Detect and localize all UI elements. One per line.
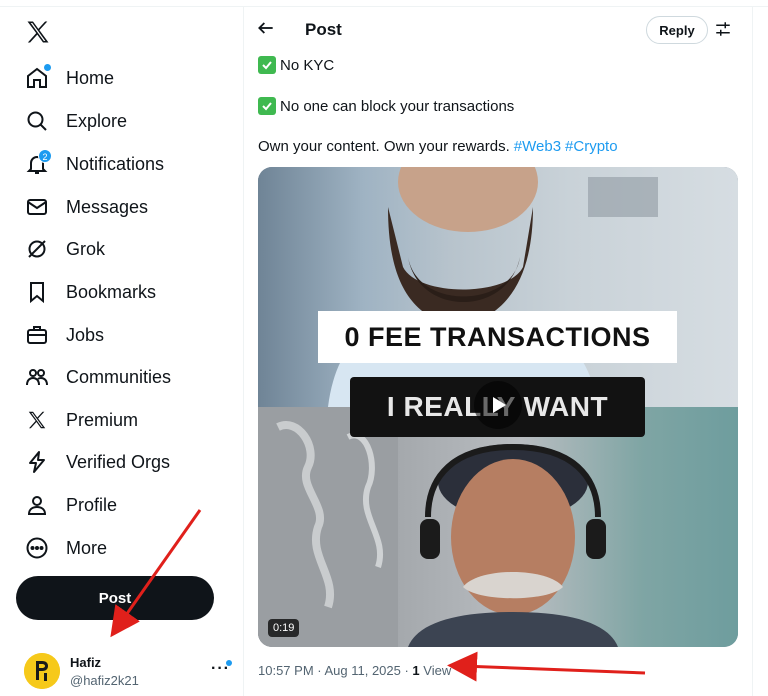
annotation-arrows (110, 509, 646, 682)
annotation-arrow (110, 509, 202, 638)
annotation-arrow (447, 651, 646, 682)
